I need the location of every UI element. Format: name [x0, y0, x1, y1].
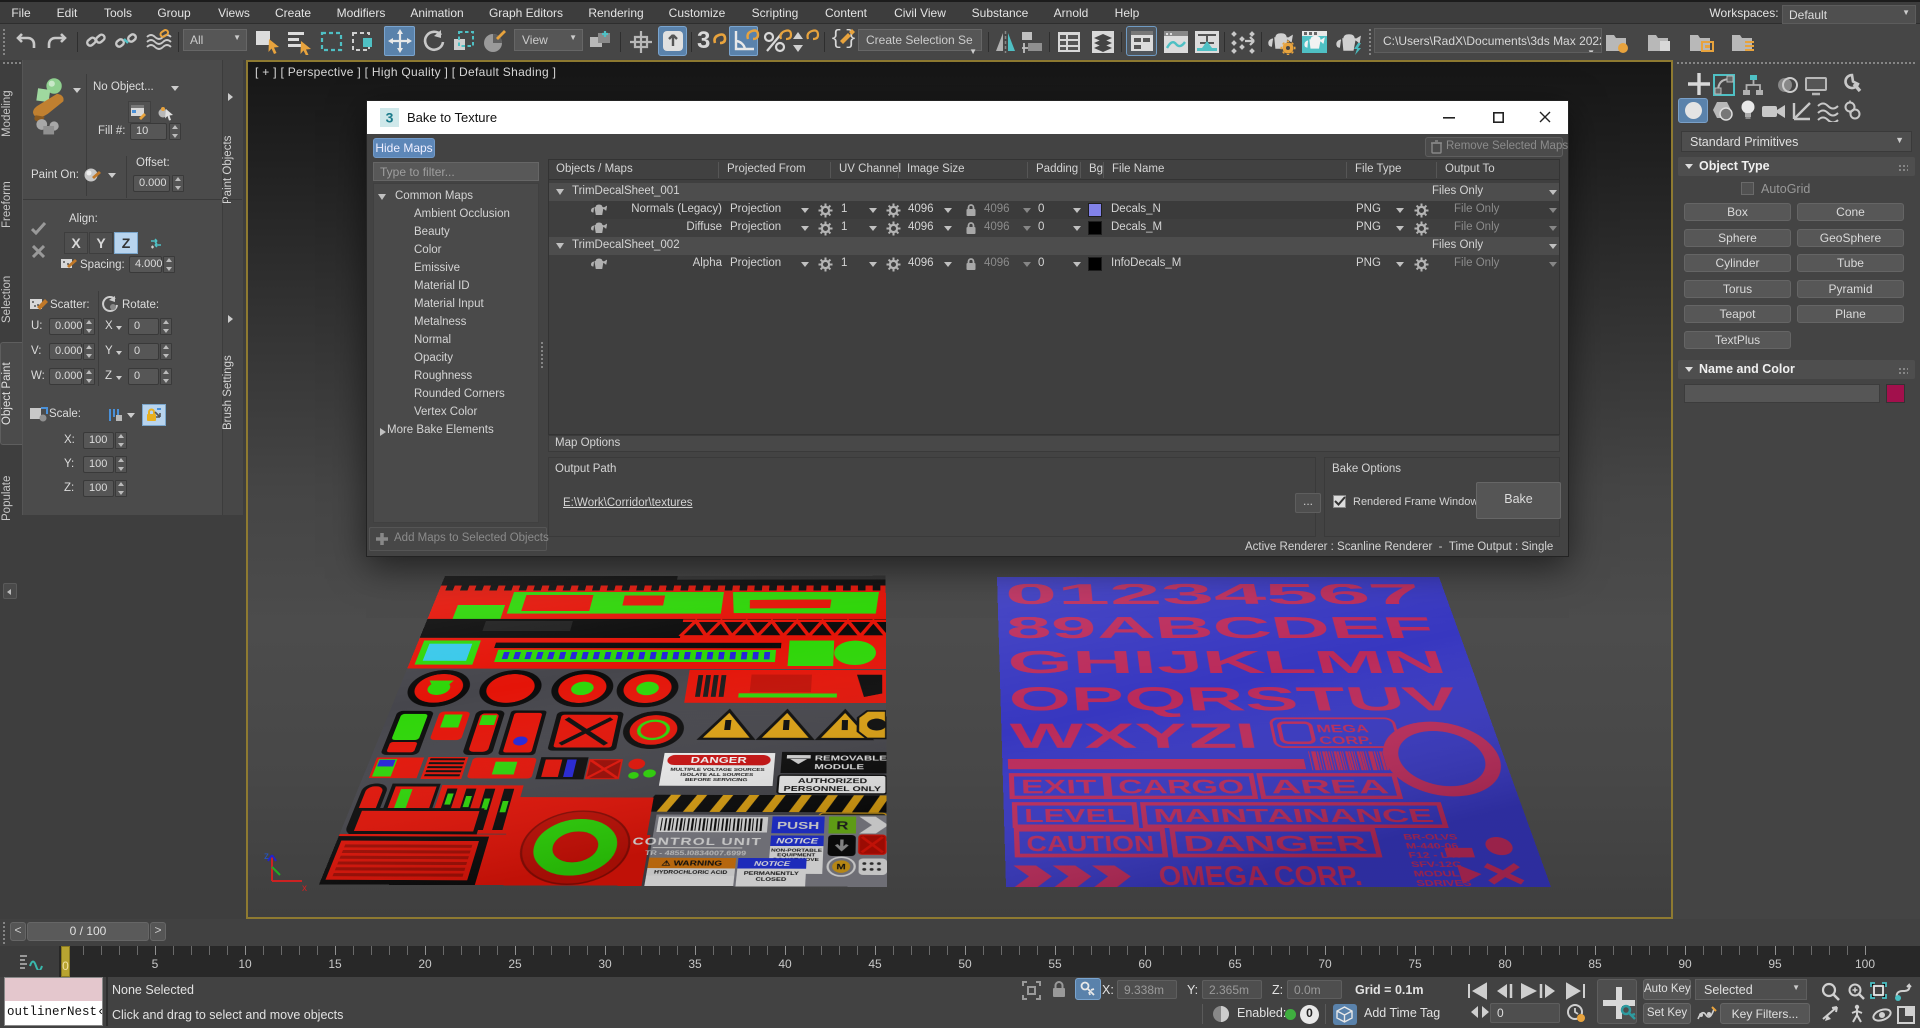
svg-text:x: x — [302, 883, 307, 893]
svg-text:3: 3 — [386, 110, 394, 126]
svg-text:z: z — [264, 851, 269, 862]
